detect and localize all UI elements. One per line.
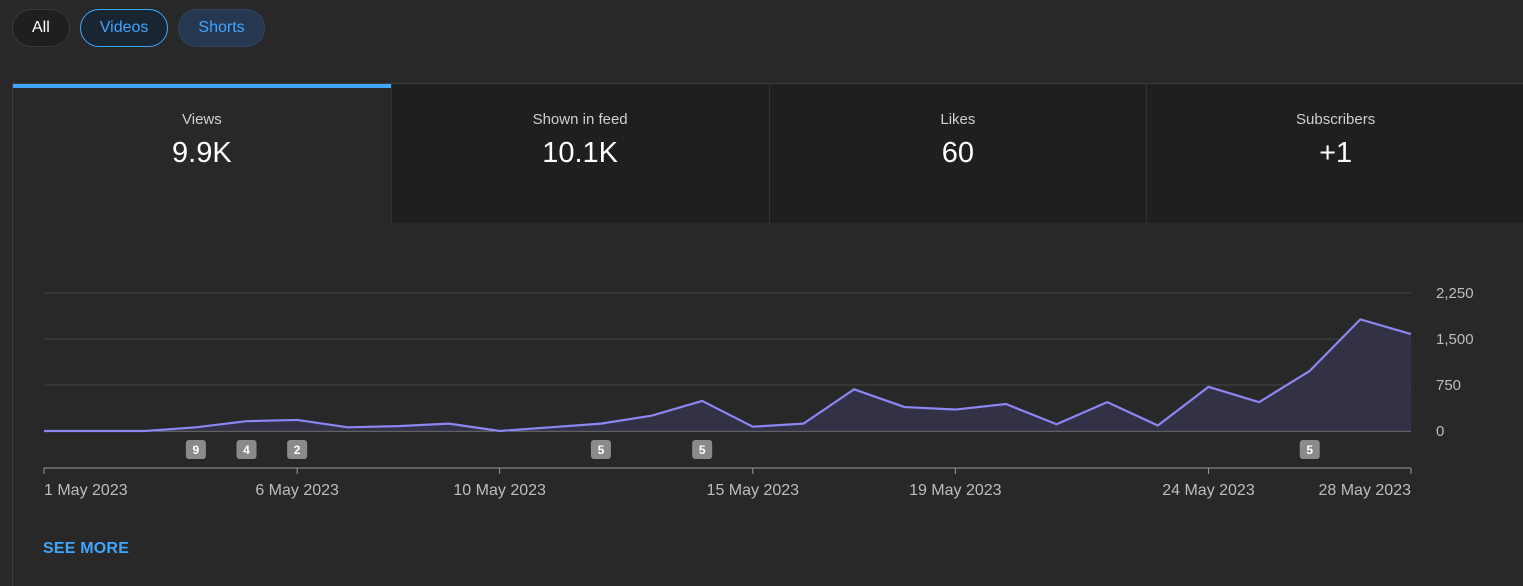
data-point [295,418,299,422]
data-point [447,422,451,426]
content-filter-chips: All Videos Shorts [12,9,265,47]
data-point [1409,332,1413,336]
data-point [245,419,249,423]
data-point [801,422,805,426]
x-tick-label: 6 May 2023 [255,482,339,499]
x-tick-label: 19 May 2023 [909,482,1002,499]
data-point [650,414,654,418]
data-point [93,429,97,433]
data-point [1257,400,1261,404]
x-tick-label: 1 May 2023 [44,482,128,499]
data-point [599,422,603,426]
x-tick-label: 10 May 2023 [453,482,546,499]
filter-shorts-chip[interactable]: Shorts [178,9,265,47]
x-tick-label: 24 May 2023 [1162,482,1255,499]
data-point [751,425,755,429]
y-tick-label: 2,250 [1436,285,1474,302]
data-point [700,399,704,403]
see-more-link[interactable]: SEE MORE [43,540,129,558]
data-point [194,425,198,429]
upload-marker-count: 2 [294,443,301,457]
data-point [1004,402,1008,406]
analytics-panel: Views 9.9K Shown in feed 10.1K Likes 60 … [12,83,1523,586]
y-tick-label: 1,500 [1436,331,1474,348]
data-point [903,405,907,409]
x-tick-label: 28 May 2023 [1318,482,1411,499]
y-tick-label: 750 [1436,377,1461,394]
data-point [1156,423,1160,427]
data-point [42,429,46,433]
filter-all-chip[interactable]: All [12,9,70,47]
y-tick-label: 0 [1436,423,1444,440]
data-point [498,429,502,433]
data-point [1206,385,1210,389]
data-point [346,425,350,429]
upload-marker-count: 5 [699,443,706,457]
upload-marker-count: 5 [598,443,605,457]
views-chart: 0 750 1,500 2,250 1 May 2023 6 May 2023 10 May… [42,285,1474,499]
upload-marker-count: 4 [243,443,250,457]
x-tick-label: 15 May 2023 [707,482,800,499]
upload-marker-count: 9 [193,443,200,457]
data-point [396,424,400,428]
data-point [1055,422,1059,426]
filter-videos-chip[interactable]: Videos [79,9,169,47]
data-point [1105,400,1109,404]
upload-marker-count: 5 [1306,443,1313,457]
data-point [1358,317,1362,321]
data-point [548,425,552,429]
data-point [852,387,856,391]
data-point [1308,369,1312,373]
data-point [953,408,957,412]
data-point [143,429,147,433]
